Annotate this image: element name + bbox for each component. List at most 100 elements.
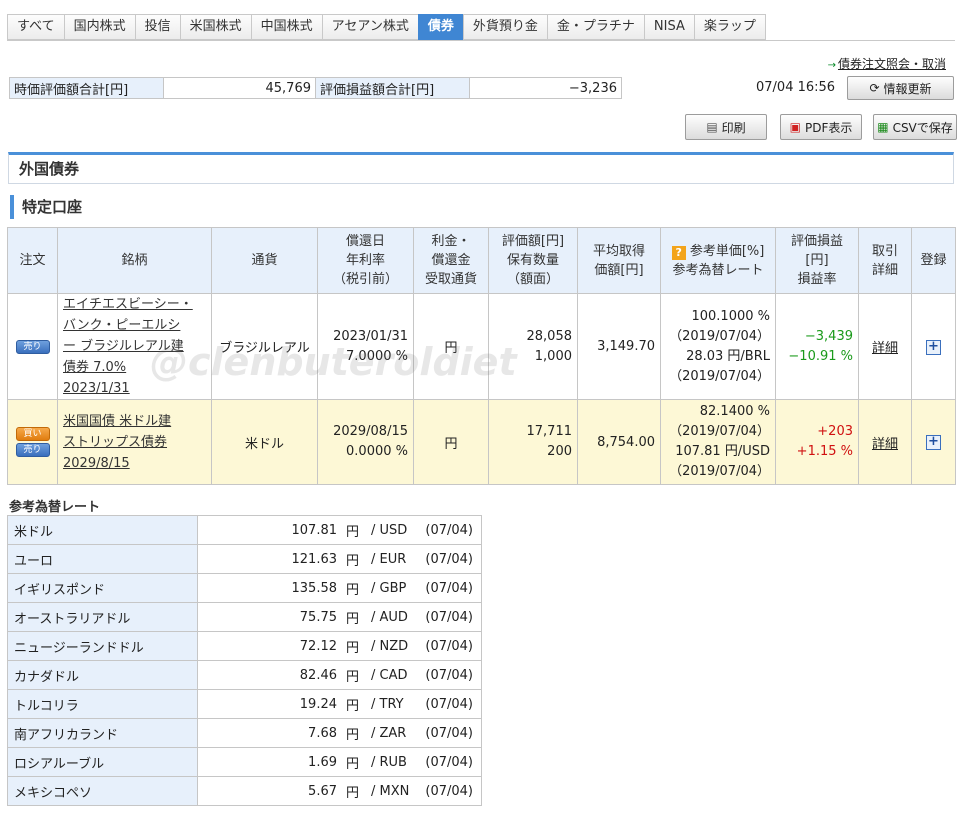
fx-rate-unit: 円: [345, 698, 359, 714]
header-pnl-line: 評価損益: [790, 234, 843, 249]
tab-domestic-stock[interactable]: 国内株式: [63, 14, 135, 40]
fx-rate-row: イギリスポンド 135.58 円 / GBP (07/04): [7, 573, 482, 603]
receipt-currency-cell: 円: [413, 399, 489, 485]
fx-rate-currency: / RUB: [371, 754, 407, 770]
fx-rate-cell: 72.12 円 / NZD (07/04): [197, 631, 482, 661]
fx-rate-cell: 82.46 円 / CAD (07/04): [197, 660, 482, 690]
header-avg-price: 平均取得 価額[円]: [577, 227, 661, 294]
header-value-line: 評価額[円]: [501, 234, 565, 249]
bond-name-cell: 米国国債 米ドル建 ストリップス債券 2029/8/15: [57, 399, 212, 485]
ref-date: （2019/07/04）: [669, 368, 770, 384]
sell-button[interactable]: 売り: [15, 443, 50, 457]
header-pnl: 評価損益 [円] 損益率: [775, 227, 859, 294]
refresh-button[interactable]: ⟳ 情報更新: [847, 76, 954, 100]
header-pnl-line: [円]: [805, 253, 829, 268]
tab-all[interactable]: すべて: [7, 14, 64, 40]
fx-rate-unit: 円: [345, 611, 359, 627]
tab-rakuwrap[interactable]: 楽ラップ: [693, 14, 766, 40]
fx-rate-row: ユーロ 121.63 円 / EUR (07/04): [7, 544, 482, 574]
fx-rate-currency: / CAD: [371, 667, 408, 683]
fx-rate-unit: 円: [345, 756, 359, 772]
fx-rate-currency: / MXN: [371, 783, 410, 799]
header-ref-line: 参考為替レート: [672, 262, 764, 278]
fx-rate-date: (07/04): [425, 638, 473, 654]
fx-currency-name: メキシコペソ: [7, 776, 198, 806]
ref-fx-rate: 107.81 円/USD: [675, 444, 770, 459]
tab-nisa[interactable]: NISA: [643, 14, 694, 40]
fx-rate-row: 南アフリカランド 7.68 円 / ZAR (07/04): [7, 718, 482, 748]
fx-rate-value: 1.69: [308, 754, 337, 770]
tab-bonds[interactable]: 債券: [417, 14, 463, 40]
tab-china-stock[interactable]: 中国株式: [250, 14, 322, 40]
fx-rate-currency: / TRY: [371, 696, 404, 712]
sell-button[interactable]: 売り: [15, 339, 50, 354]
add-icon[interactable]: +: [926, 339, 941, 355]
value-cell: 17,711 200: [488, 399, 578, 485]
csv-button[interactable]: ▦ CSVで保存: [873, 114, 957, 140]
avg-price-cell: 3,149.70: [577, 293, 661, 400]
fx-rate-currency: / GBP: [371, 580, 407, 596]
fx-rate-unit: 円: [345, 524, 359, 540]
tab-asean-stock[interactable]: アセアン株式: [321, 14, 418, 40]
tab-us-stock[interactable]: 米国株式: [179, 14, 251, 40]
tab-mutual-fund[interactable]: 投信: [134, 14, 180, 40]
bond-order-inquiry-link[interactable]: 債券注文照会・取消: [838, 57, 946, 71]
header-redemption-line: （税引前）: [332, 272, 398, 287]
pdf-button[interactable]: ▣ PDF表示: [780, 114, 862, 140]
header-avg-line: 平均取得: [592, 243, 645, 259]
asset-tabs: すべて 国内株式 投信 米国株式 中国株式 アセアン株式 債券 外貨預り金 金・…: [7, 14, 766, 40]
fx-rate-unit: 円: [345, 553, 359, 569]
fx-rate-unit: 円: [345, 582, 359, 598]
fx-rate-unit: 円: [345, 669, 359, 685]
order-cell: 買い 売り: [7, 399, 58, 485]
pnl-rate: +1.15 %: [796, 444, 853, 459]
value-cell: 28,058 1,000: [488, 293, 578, 400]
fx-rate-cell: 135.58 円 / GBP (07/04): [197, 573, 482, 603]
ref-date: （2019/07/04）: [669, 328, 770, 344]
holding-quantity: 1,000: [534, 348, 572, 364]
bond-name-line: 2029/8/15: [63, 455, 130, 471]
fx-rate-cell: 1.69 円 / RUB (07/04): [197, 747, 482, 777]
header-avg-line: 価額[円]: [594, 262, 644, 278]
valuation-total-label: 時価評価額合計[円]: [9, 77, 164, 99]
bond-name-line: ー ブラジルレアル建: [63, 339, 184, 354]
order-cell: 売り: [7, 293, 58, 400]
tab-foreign-deposit[interactable]: 外貨預り金: [462, 14, 547, 40]
help-icon[interactable]: ?: [671, 245, 686, 260]
table-row: 売り エイチエスビーシー・ バンク・ピーエルシ ー ブラジルレアル建 債券 7.…: [7, 293, 956, 400]
fx-rate-date: (07/04): [425, 551, 473, 567]
ref-date: （2019/07/04）: [669, 464, 770, 479]
add-icon[interactable]: +: [926, 435, 941, 450]
fx-rate-row: メキシコペソ 5.67 円 / MXN (07/04): [7, 776, 482, 806]
header-interest-line: 償還金: [431, 253, 471, 268]
header-value-line: 保有数量: [506, 253, 559, 268]
fx-rate-value: 5.67: [308, 783, 337, 799]
bond-name-link[interactable]: エイチエスビーシー・ バンク・ピーエルシ ー ブラジルレアル建 債券 7.0% …: [63, 297, 193, 396]
buy-button[interactable]: 買い: [15, 427, 50, 441]
bond-name-link[interactable]: 米国国債 米ドル建 ストリップス債券 2029/8/15: [63, 414, 171, 471]
fx-rate-value: 82.46: [299, 667, 337, 683]
fx-rate-currency: / EUR: [371, 551, 407, 567]
interest-rate: 7.0000 %: [346, 348, 408, 364]
fx-rate-value: 135.58: [291, 580, 338, 596]
register-cell: +: [911, 399, 956, 485]
fx-rates-title: 参考為替レート: [9, 500, 101, 515]
pnl-total-label: 評価損益額合計[円]: [315, 77, 470, 99]
print-button[interactable]: ▤ 印刷: [685, 114, 767, 140]
detail-link[interactable]: 詳細: [872, 437, 898, 452]
tab-gold-platinum[interactable]: 金・プラチナ: [546, 14, 644, 40]
fx-rate-unit: 円: [345, 727, 359, 743]
header-redemption-line: 年利率: [345, 253, 385, 268]
redemption-date: 2023/01/31: [333, 328, 408, 344]
header-value-line: （額面）: [506, 272, 559, 287]
fx-currency-name: オーストラリアドル: [7, 602, 198, 632]
csv-label: CSVで保存: [892, 120, 953, 135]
fx-rate-currency: / USD: [371, 522, 408, 538]
avg-price-cell: 8,754.00: [577, 399, 661, 485]
detail-link[interactable]: 詳細: [872, 341, 898, 356]
fx-rate-date: (07/04): [425, 667, 473, 683]
fx-rate-cell: 7.68 円 / ZAR (07/04): [197, 718, 482, 748]
arrow-right-icon: →: [827, 60, 836, 71]
updated-timestamp: 07/04 16:56: [756, 80, 836, 95]
fx-rate-value: 19.24: [299, 696, 337, 712]
